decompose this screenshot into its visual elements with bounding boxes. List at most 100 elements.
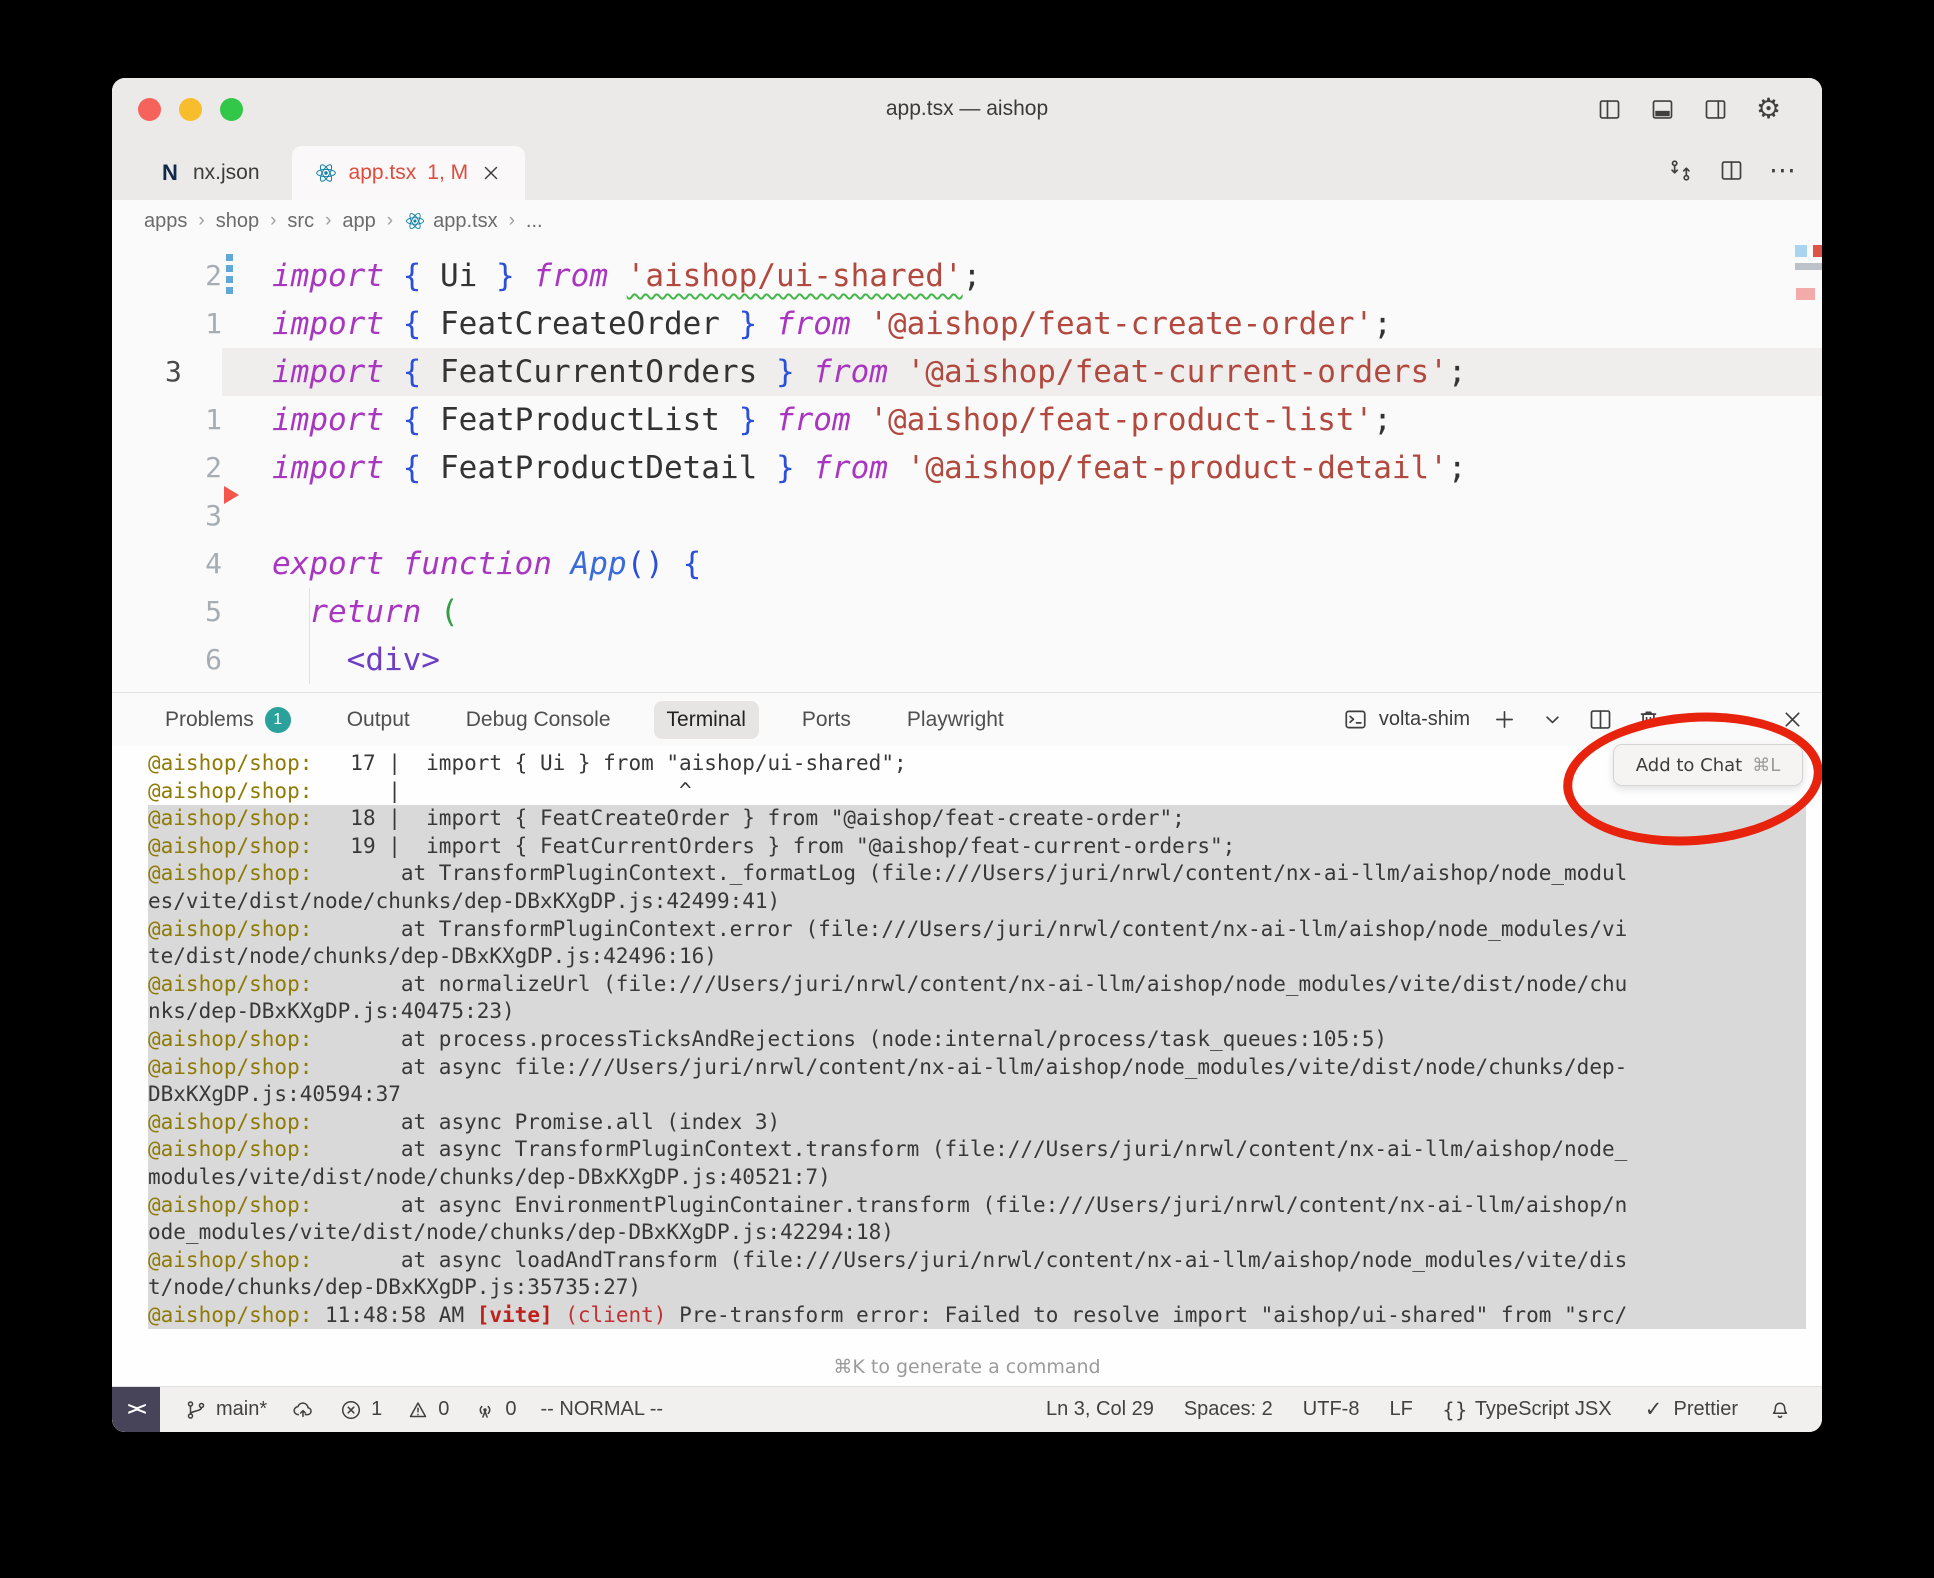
terminal-chevron-down-button[interactable] (1539, 706, 1566, 733)
status-eol[interactable]: LF (1389, 1398, 1412, 1421)
compare-button[interactable] (1667, 157, 1694, 184)
tab-app.tsx[interactable]: app.tsx1, M (292, 146, 526, 200)
line-number: 1 (112, 300, 222, 348)
terminal-instance[interactable]: volta-shim (1342, 706, 1470, 733)
code-editor[interactable]: 2import { Ui } from 'aishop/ui-shared';1… (112, 242, 1822, 692)
gutter-marker (222, 444, 240, 492)
status-branch[interactable]: main* (184, 1398, 267, 1422)
modified-line-indicator (226, 254, 233, 298)
status-cursor-position[interactable]: Ln 3, Col 29 (1046, 1398, 1154, 1421)
breadcrumb-label: apps (144, 210, 187, 233)
panel-tab-label: Playwright (907, 708, 1004, 732)
status-notifications[interactable] (1768, 1398, 1792, 1422)
terminal-row: es/vite/dist/node/chunks/dep-DBxKXgDP.js… (148, 888, 1806, 916)
split-editor-icon (1587, 706, 1614, 733)
panel-tab-problems[interactable]: Problems1 (152, 700, 304, 740)
code-line[interactable]: 3 (112, 492, 1822, 540)
minimize-window-button[interactable] (179, 98, 202, 121)
panel-tab-label: Problems (165, 708, 254, 732)
close-icon[interactable] (479, 161, 503, 185)
terminal-more-button[interactable]: ⋯ (1683, 706, 1710, 733)
code-text: return ( (240, 588, 1822, 636)
terminal-trash-button[interactable] (1635, 706, 1662, 733)
braces-icon: {} (1443, 1398, 1467, 1422)
status-errors[interactable]: 1 (339, 1398, 382, 1422)
gutter-marker (222, 636, 240, 684)
breadcrumb-separator: › (509, 210, 515, 232)
status-remote-indicator[interactable]: >< (112, 1387, 160, 1432)
tab-dirty-badge: 1, M (427, 161, 468, 185)
status-encoding[interactable]: UTF-8 (1303, 1398, 1360, 1421)
code-line[interactable]: 1import { FeatProductList } from '@aisho… (112, 396, 1822, 444)
breadcrumb-separator: › (198, 210, 204, 232)
terminal-add-button[interactable] (1491, 706, 1518, 733)
terminal-split-editor-button[interactable] (1587, 706, 1614, 733)
maximize-window-button[interactable] (220, 98, 243, 121)
breadcrumb-label: src (287, 210, 314, 233)
breadcrumb-item-...[interactable]: ... (526, 210, 543, 233)
terminal-row: @aishop/shop: 19 | import { FeatCurrentO… (148, 833, 1806, 861)
more-button[interactable]: ⋯ (1769, 157, 1796, 184)
panel-bottom-icon (1649, 96, 1676, 123)
code-text (240, 492, 1822, 540)
gear-button[interactable]: ⚙ (1755, 96, 1782, 123)
status-bar-right: Ln 3, Col 29 Spaces: 2 UTF-8 LF {} TypeScript… (1046, 1398, 1822, 1422)
gear-icon: ⚙ (1755, 96, 1782, 123)
status-vim-mode-label: -- NORMAL -- (541, 1398, 664, 1421)
breadcrumb-separator: › (325, 210, 331, 232)
panel-tab-playwright[interactable]: Playwright (894, 701, 1017, 739)
split-columns-button[interactable] (1596, 96, 1623, 123)
status-vim-mode[interactable]: -- NORMAL -- (541, 1398, 664, 1421)
editor-actions: ⋯ (1667, 140, 1822, 200)
terminal-row: DBxKXgDP.js:40594:37 (148, 1081, 1806, 1109)
terminal-output[interactable]: @aishop/shop: 17 | import { Ui } from "a… (112, 746, 1822, 1356)
terminal-ai-hint: ⌘K to generate a command (112, 1356, 1822, 1386)
close-window-button[interactable] (138, 98, 161, 121)
panel-bottom-button[interactable] (1649, 96, 1676, 123)
code-line[interactable]: 6 <div> (112, 636, 1822, 684)
terminal-close-button[interactable] (1779, 706, 1806, 733)
status-language-mode-label: TypeScript JSX (1475, 1398, 1612, 1421)
more-icon: ⋯ (1769, 157, 1796, 184)
code-line[interactable]: 4export function App() { (112, 540, 1822, 588)
code-line[interactable]: 5 return ( (112, 588, 1822, 636)
split-editor-button[interactable] (1718, 157, 1745, 184)
code-line[interactable]: 3import { FeatCurrentOrders } from '@ais… (112, 348, 1822, 396)
breadcrumb-item-app.tsx[interactable]: app.tsx (404, 210, 497, 233)
status-indentation[interactable]: Spaces: 2 (1184, 1398, 1273, 1421)
panel-tabs: Problems1 Output Debug Console Terminal Port… (112, 700, 1017, 740)
add-icon (1491, 706, 1518, 733)
code-line[interactable]: 1import { FeatCreateOrder } from '@aisho… (112, 300, 1822, 348)
tab-nx.json[interactable]: Nnx.json (136, 146, 282, 200)
breadcrumb-separator: › (387, 210, 393, 232)
panel-tab-debug-console[interactable]: Debug Console (453, 701, 624, 739)
status-sync[interactable] (291, 1398, 315, 1422)
code-line[interactable]: 2import { Ui } from 'aishop/ui-shared'; (112, 252, 1822, 300)
status-branch-label: main* (216, 1398, 267, 1421)
panel-tab-terminal[interactable]: Terminal (654, 701, 759, 739)
status-language-mode[interactable]: {} TypeScript JSX (1443, 1398, 1612, 1422)
terminal-project-prefix: @aishop/shop: (148, 1193, 312, 1217)
breadcrumb-item-shop[interactable]: shop (216, 210, 259, 233)
add-to-chat-tooltip[interactable]: Add to Chat ⌘L (1613, 744, 1803, 786)
terminal-row: @aishop/shop: at async file:///Users/jur… (148, 1054, 1806, 1082)
code-text: <div> (240, 636, 1822, 684)
line-number: 5 (112, 588, 222, 636)
terminal-row: @aishop/shop: 17 | import { Ui } from "a… (148, 750, 1822, 778)
panel-tab-ports[interactable]: Ports (789, 701, 864, 739)
breadcrumb-item-apps[interactable]: apps (144, 210, 187, 233)
overview-ruler-modified-mark (1795, 245, 1807, 257)
status-warnings[interactable]: 0 (406, 1398, 449, 1422)
status-ports[interactable]: 0 (473, 1398, 516, 1422)
panel-tab-output[interactable]: Output (334, 701, 423, 739)
code-line[interactable]: 2import { FeatProductDetail } from '@ais… (112, 444, 1822, 492)
editor-tabs: Nnx.jsonapp.tsx1, M (112, 140, 525, 200)
breadcrumb-item-app[interactable]: app (342, 210, 375, 233)
status-eol-label: LF (1389, 1398, 1412, 1421)
breadcrumb-item-src[interactable]: src (287, 210, 314, 233)
nx-icon: N (158, 161, 182, 185)
terminal-chevron-up-button[interactable] (1731, 706, 1758, 733)
status-formatter[interactable]: ✓Prettier (1642, 1398, 1738, 1422)
terminal-project-prefix: @aishop/shop: (148, 1137, 312, 1161)
sidebar-right-button[interactable] (1702, 96, 1729, 123)
